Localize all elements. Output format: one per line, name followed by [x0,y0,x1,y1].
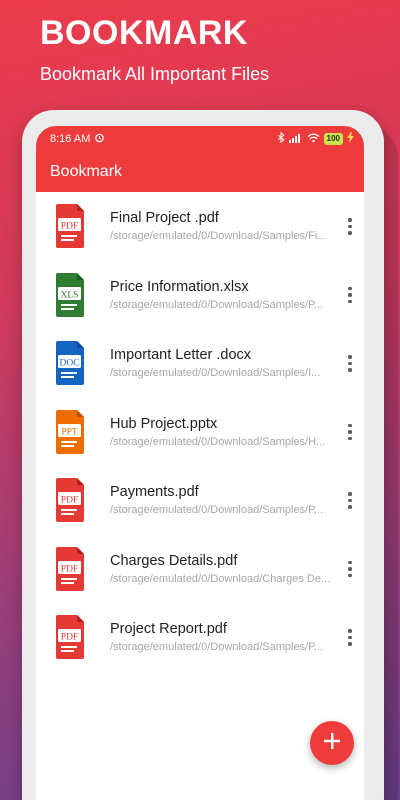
app-bar-title: Bookmark [50,163,123,180]
list-item[interactable]: PDF Final Project .pdf /storage/emulated… [36,192,364,261]
app-bar: Bookmark [36,152,364,192]
promo-title: BOOKMARK [40,14,248,52]
status-bar: 8:16 AM 100 [36,126,364,152]
charging-icon [347,132,354,146]
svg-text:PDF: PDF [61,496,78,506]
status-time: 8:16 AM [50,133,91,145]
more-options-icon[interactable] [342,351,358,375]
wifi-icon [307,133,320,146]
more-options-icon[interactable] [342,488,358,512]
bookmark-list: PDF Final Project .pdf /storage/emulated… [36,192,364,672]
file-name: Important Letter .docx [110,347,252,364]
file-path: /storage/emulated/0/Download/Samples/P..… [110,641,324,654]
file-name: Payments.pdf [110,484,199,501]
list-item[interactable]: PPT Hub Project.pptx /storage/emulated/0… [36,398,364,467]
signal-icon [288,133,303,146]
promo-subtitle: Bookmark All Important Files [40,64,270,84]
pdf-file-icon: PDF [54,546,86,592]
add-bookmark-button[interactable] [310,721,354,765]
file-path: /storage/emulated/0/Download/Samples/H..… [110,435,326,448]
svg-text:PDF: PDF [61,633,78,643]
file-name: Charges Details.pdf [110,552,238,569]
pptx-file-icon: PPT [54,409,86,455]
svg-text:PPT: PPT [61,427,78,437]
alarm-icon [94,132,105,146]
svg-text:PDF: PDF [61,222,78,232]
battery-icon: 100 [323,133,343,145]
file-name: Price Information.xlsx [110,278,249,295]
svg-text:DOC: DOC [59,359,79,369]
file-path: /storage/emulated/0/Download/Samples/Fi.… [110,230,327,243]
pdf-file-icon: PDF [54,203,86,249]
list-item[interactable]: PDF Project Report.pdf /storage/emulated… [36,603,364,672]
more-options-icon[interactable] [342,283,358,307]
list-item[interactable]: XLS Price Information.xlsx /storage/emul… [36,261,364,330]
pdf-file-icon: PDF [54,477,86,523]
plus-icon [323,732,341,755]
svg-text:XLS: XLS [61,290,79,300]
bluetooth-icon [277,131,285,146]
list-item[interactable]: PDF Payments.pdf /storage/emulated/0/Dow… [36,466,364,535]
list-item[interactable]: DOC Important Letter .docx /storage/emul… [36,329,364,398]
svg-text:PDF: PDF [61,564,78,574]
list-item[interactable]: PDF Charges Details.pdf /storage/emulate… [36,535,364,604]
pdf-file-icon: PDF [54,614,86,660]
file-path: /storage/emulated/0/Download/Samples/I..… [110,367,321,380]
file-name: Project Report.pdf [110,621,227,638]
more-options-icon[interactable] [342,214,358,238]
more-options-icon[interactable] [342,625,358,649]
xlsx-file-icon: XLS [54,272,86,318]
more-options-icon[interactable] [342,420,358,444]
file-name: Final Project .pdf [110,210,219,227]
phone-screen: 8:16 AM 100 Bookmark PDF Final Project .… [36,126,364,800]
more-options-icon[interactable] [342,557,358,581]
file-path: /storage/emulated/0/Download/Charges De.… [110,572,331,585]
file-path: /storage/emulated/0/Download/Samples/P..… [110,504,324,517]
file-path: /storage/emulated/0/Download/Samples/P..… [110,298,324,311]
file-name: Hub Project.pptx [110,415,218,432]
docx-file-icon: DOC [54,340,86,386]
